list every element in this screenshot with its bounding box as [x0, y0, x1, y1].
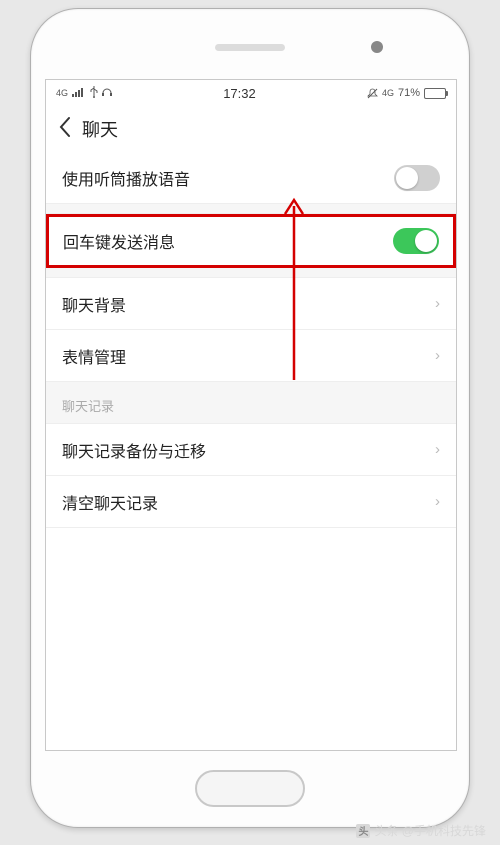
battery-percent: 71% [398, 87, 420, 99]
watermark-logo-icon: 头 [356, 824, 370, 838]
back-icon[interactable] [58, 116, 72, 143]
status-time: 17:32 [223, 86, 256, 101]
status-left: 4G [56, 86, 112, 101]
battery-icon [424, 88, 446, 99]
row-sticker-manage[interactable]: 表情管理 › [46, 330, 456, 382]
list-spacer [46, 204, 456, 214]
nav-header: 聊天 [46, 106, 456, 152]
row-label: 聊天背景 [62, 292, 126, 316]
chevron-right-icon: › [435, 295, 440, 312]
signal-icon [72, 86, 86, 100]
status-right: 4G 71% [367, 87, 446, 99]
status-4g: 4G [382, 89, 394, 98]
row-backup-migrate[interactable]: 聊天记录备份与迁移 › [46, 424, 456, 476]
network-type: 4G [56, 89, 68, 98]
page-title: 聊天 [82, 116, 118, 142]
usb-icon [90, 86, 98, 101]
row-earpiece-playback[interactable]: 使用听筒播放语音 [46, 152, 456, 204]
section-header-chat-log: 聊天记录 [46, 382, 456, 424]
chevron-right-icon: › [435, 493, 440, 510]
row-label: 聊天记录备份与迁移 [62, 438, 206, 462]
row-label: 表情管理 [62, 344, 126, 368]
row-label: 清空聊天记录 [62, 490, 158, 514]
chevron-right-icon: › [435, 441, 440, 458]
settings-list: 使用听筒播放语音 回车键发送消息 聊天背景 › 表情管理 › 聊天记录 聊天记录… [46, 152, 456, 528]
home-button[interactable] [195, 770, 305, 807]
status-bar: 4G 17:32 4G 71% [46, 80, 456, 106]
row-clear-chat-log[interactable]: 清空聊天记录 › [46, 476, 456, 528]
list-spacer [46, 268, 456, 278]
watermark: 头 头条 @手机科技先锋 [356, 822, 486, 839]
phone-speaker [215, 44, 285, 51]
toggle-enter-send[interactable] [393, 228, 439, 254]
row-enter-send[interactable]: 回车键发送消息 [46, 214, 456, 268]
row-label: 使用听筒播放语音 [62, 166, 190, 190]
mute-icon [367, 88, 378, 99]
phone-front-camera [371, 41, 383, 53]
phone-screen: 4G 17:32 4G 71% [45, 79, 457, 751]
row-chat-background[interactable]: 聊天背景 › [46, 278, 456, 330]
toggle-earpiece[interactable] [394, 165, 440, 191]
row-label: 回车键发送消息 [63, 229, 175, 253]
chevron-right-icon: › [435, 347, 440, 364]
headset-icon [102, 86, 112, 100]
phone-frame: 4G 17:32 4G 71% [30, 8, 470, 828]
watermark-text: 头条 @手机科技先锋 [374, 822, 486, 839]
